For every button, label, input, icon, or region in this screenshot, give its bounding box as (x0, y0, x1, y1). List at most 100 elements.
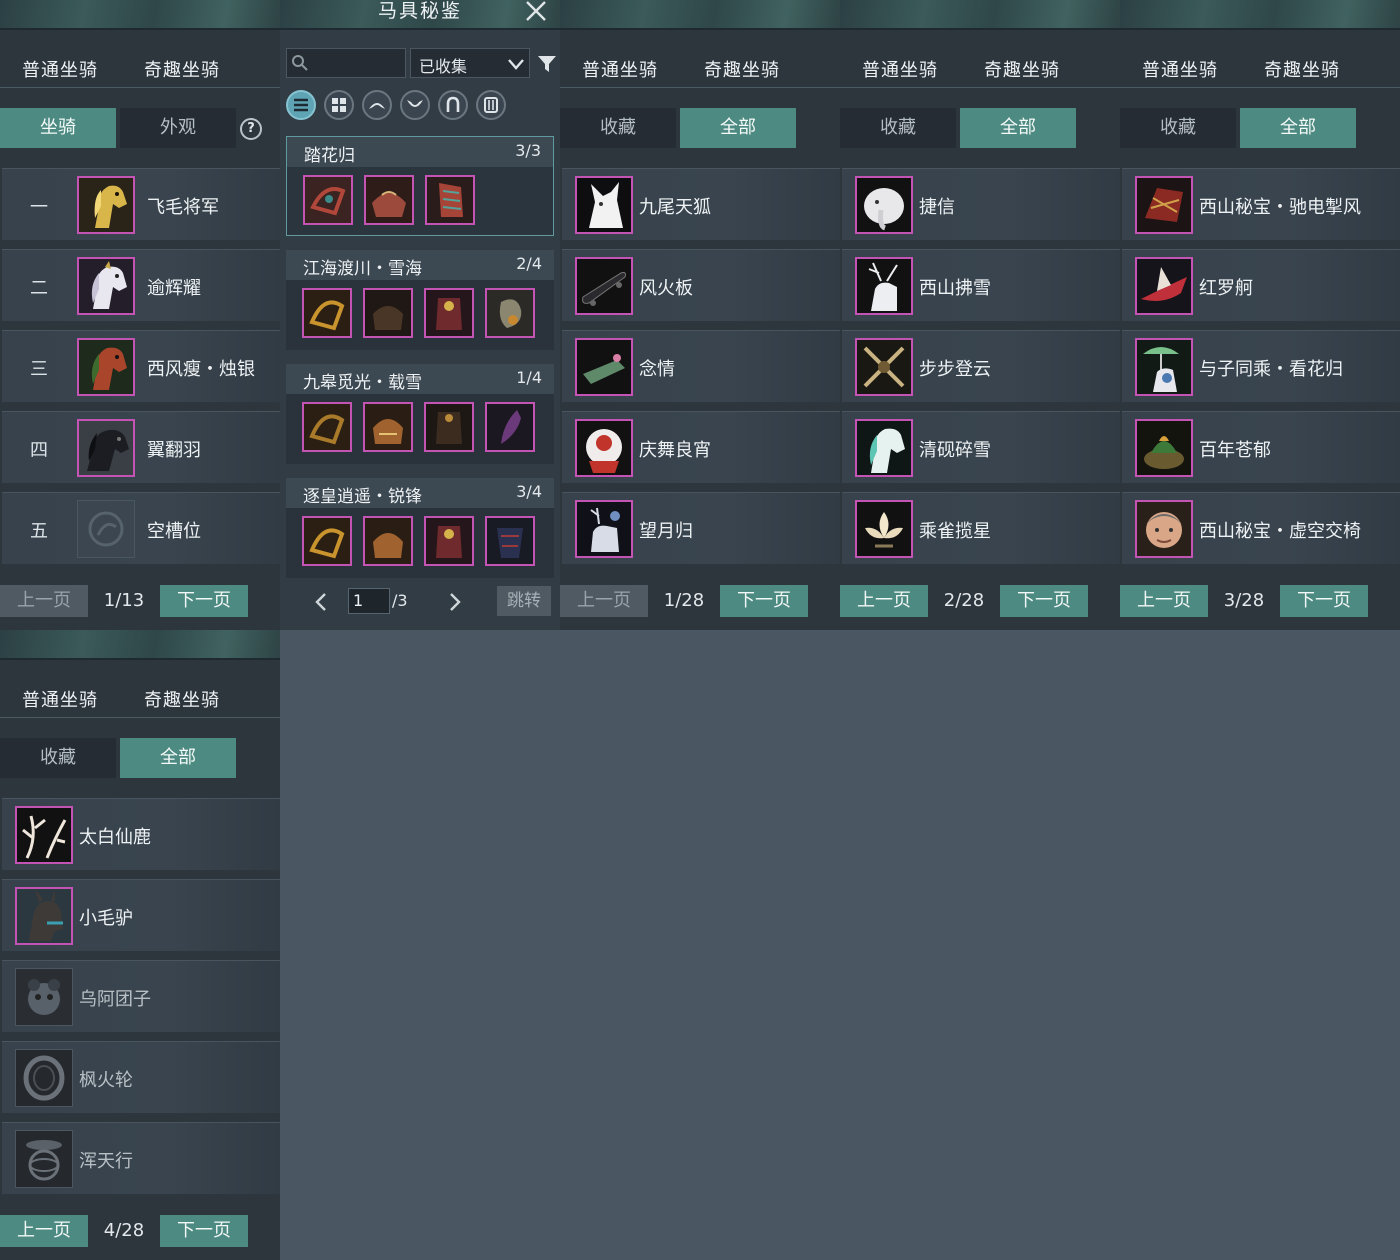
tab-fun-mounts[interactable]: 奇趣坐骑 (144, 56, 220, 82)
close-icon[interactable] (524, 0, 548, 22)
mount-name: 风火板 (639, 278, 693, 299)
bridle-icon[interactable] (302, 288, 352, 338)
list-view-icon[interactable] (286, 90, 316, 120)
help-icon[interactable]: ? (240, 118, 262, 140)
next-page-button[interactable]: 下一页 (1000, 585, 1088, 617)
mount-row[interactable]: 念情 (562, 330, 840, 402)
mount-row[interactable]: 枫火轮 (2, 1041, 280, 1113)
chevron-left-icon[interactable] (314, 592, 328, 612)
mount-row[interactable]: 风火板 (562, 249, 840, 321)
grid-view-icon[interactable] (324, 90, 354, 120)
tab-normal-mounts[interactable]: 普通坐骑 (1142, 56, 1218, 82)
bridle-icon[interactable] (302, 402, 352, 452)
mount-slot-row[interactable]: 二 逾辉耀 (2, 249, 280, 321)
next-page-button[interactable]: 下一页 (160, 1215, 248, 1247)
mount-row[interactable]: 百年苍郁 (1122, 411, 1400, 483)
equipment-codex-panel: 马具秘鉴 已收集 踏花归 3/3 江海渡川・雪海 2/4 九皋觅光・载雪 1/4… (280, 0, 560, 630)
mount-row[interactable]: 小毛驴 (2, 879, 280, 951)
banner-category-icon[interactable] (476, 90, 506, 120)
tab-fun-mounts[interactable]: 奇趣坐骑 (984, 56, 1060, 82)
mount-name: 西山秘宝・虚空交椅 (1199, 521, 1361, 542)
subtab-all[interactable]: 全部 (1240, 108, 1356, 148)
mount-slot-row[interactable]: 三 西风瘦・烛银 (2, 330, 280, 402)
saddle-icon[interactable] (363, 516, 413, 566)
mount-row[interactable]: 望月归 (562, 492, 840, 564)
equipment-set-card[interactable]: 江海渡川・雪海 2/4 (286, 250, 554, 350)
subtab-favorites[interactable]: 收藏 (840, 108, 956, 148)
subtab-all[interactable]: 全部 (960, 108, 1076, 148)
tab-fun-mounts[interactable]: 奇趣坐骑 (144, 686, 220, 712)
mount-slot-row[interactable]: 一 飞毛将军 (2, 168, 280, 240)
saddle-category-icon[interactable] (362, 90, 392, 120)
next-page-button[interactable]: 下一页 (160, 585, 248, 617)
page-number-input[interactable]: 1 (348, 588, 390, 614)
equipment-set-card[interactable]: 逐皇逍遥・锐锋 3/4 (286, 478, 554, 578)
subtab-all[interactable]: 全部 (120, 738, 236, 778)
main-tabs: 普通坐骑 奇趣坐骑 (0, 676, 280, 718)
saddle-icon[interactable] (363, 402, 413, 452)
set-header: 逐皇逍遥・锐锋 3/4 (286, 478, 554, 508)
saddle-icon[interactable] (364, 175, 414, 225)
mount-row[interactable]: 庆舞良宵 (562, 411, 840, 483)
jump-button[interactable]: 跳转 (497, 586, 551, 616)
prev-page-button[interactable]: 上一页 (0, 1215, 88, 1247)
mount-row[interactable]: 清砚碎雪 (842, 411, 1120, 483)
mount-row[interactable]: 与子同乘・看花归 (1122, 330, 1400, 402)
subtab-favorites[interactable]: 收藏 (1120, 108, 1236, 148)
mount-row[interactable]: 乌阿团子 (2, 960, 280, 1032)
barding-icon[interactable] (425, 175, 475, 225)
armor-category-icon[interactable] (400, 90, 430, 120)
slot-number: 一 (30, 197, 48, 218)
mount-row[interactable]: 红罗舸 (1122, 249, 1400, 321)
mount-row[interactable]: 九尾天狐 (562, 168, 840, 240)
barding-icon[interactable] (424, 516, 474, 566)
subtab-mount[interactable]: 坐骑 (0, 108, 116, 148)
subtab-all[interactable]: 全部 (680, 108, 796, 148)
tab-normal-mounts[interactable]: 普通坐骑 (862, 56, 938, 82)
tab-normal-mounts[interactable]: 普通坐骑 (22, 686, 98, 712)
mount-row[interactable]: 步步登云 (842, 330, 1120, 402)
filter-icon[interactable] (537, 54, 557, 74)
equipment-set-card[interactable]: 九皋觅光・载雪 1/4 (286, 364, 554, 464)
next-page-button[interactable]: 下一页 (1280, 585, 1368, 617)
empty-slot-icon (77, 500, 135, 558)
ornament-icon[interactable] (485, 402, 535, 452)
mount-row[interactable]: 乘雀揽星 (842, 492, 1120, 564)
ornament-icon[interactable] (485, 516, 535, 566)
barding-icon[interactable] (424, 288, 474, 338)
filter-select[interactable]: 已收集 (410, 48, 530, 78)
next-page-button[interactable]: 下一页 (720, 585, 808, 617)
prev-page-button[interactable]: 上一页 (560, 585, 648, 617)
mount-row[interactable]: 太白仙鹿 (2, 798, 280, 870)
mount-row[interactable]: 西山秘宝・驰电掣风 (1122, 168, 1400, 240)
search-input[interactable] (286, 48, 406, 78)
bridle-icon[interactable] (302, 516, 352, 566)
mount-slot-row[interactable]: 五 空槽位 (2, 492, 280, 564)
mount-row[interactable]: 浑天行 (2, 1122, 280, 1194)
bridle-icon[interactable] (303, 175, 353, 225)
mount-slot-row[interactable]: 四 翼翻羽 (2, 411, 280, 483)
chevron-right-icon[interactable] (448, 592, 462, 612)
equipment-set-card[interactable]: 踏花归 3/3 (286, 136, 554, 236)
mount-row[interactable]: 西山拂雪 (842, 249, 1120, 321)
mount-name: 飞毛将军 (147, 197, 219, 218)
horseshoe-category-icon[interactable] (438, 90, 468, 120)
tab-fun-mounts[interactable]: 奇趣坐骑 (704, 56, 780, 82)
mount-panel-5: 普通坐骑 奇趣坐骑 收藏 全部 西山秘宝・驰电掣风 红罗舸 与子同乘・看花归 百… (1120, 0, 1400, 630)
prev-page-button[interactable]: 上一页 (0, 585, 88, 617)
mount-name: 浑天行 (79, 1151, 133, 1172)
saddle-icon[interactable] (363, 288, 413, 338)
tab-normal-mounts[interactable]: 普通坐骑 (22, 56, 98, 82)
mount-row[interactable]: 西山秘宝・虚空交椅 (1122, 492, 1400, 564)
barding-icon[interactable] (424, 402, 474, 452)
scroll-icon (575, 338, 633, 396)
ornament-icon[interactable] (485, 288, 535, 338)
subtab-appearance[interactable]: 外观 (120, 108, 236, 148)
prev-page-button[interactable]: 上一页 (840, 585, 928, 617)
tab-fun-mounts[interactable]: 奇趣坐骑 (1264, 56, 1340, 82)
tab-normal-mounts[interactable]: 普通坐骑 (582, 56, 658, 82)
prev-page-button[interactable]: 上一页 (1120, 585, 1208, 617)
subtab-favorites[interactable]: 收藏 (560, 108, 676, 148)
mount-row[interactable]: 捷信 (842, 168, 1120, 240)
subtab-favorites[interactable]: 收藏 (0, 738, 116, 778)
